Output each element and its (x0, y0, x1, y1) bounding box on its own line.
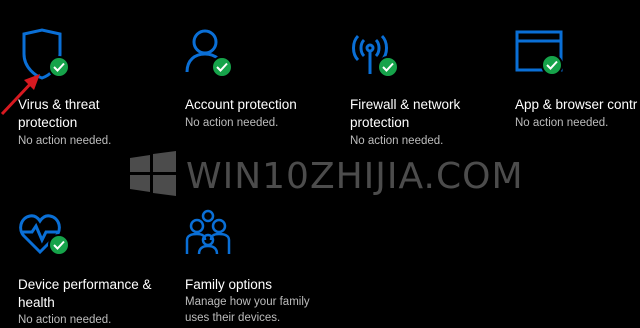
family-icon (185, 208, 249, 264)
tile-title: Family options (185, 277, 273, 292)
check-badge-icon (541, 54, 563, 76)
check-badge-icon (211, 56, 233, 78)
check-badge-icon (377, 56, 399, 78)
tile-title-line2: health (18, 295, 55, 310)
tile-title-line2: protection (350, 115, 410, 130)
tile-status-line2: uses their devices. (185, 312, 281, 324)
tile-status: No action needed. (18, 135, 112, 147)
person-icon (185, 28, 249, 84)
check-badge-icon (48, 234, 70, 256)
wireless-antenna-icon (350, 28, 414, 84)
tile-device-performance-health[interactable]: Device performance & health No action ne… (18, 208, 178, 326)
watermark: WIN10ZHIJIA.COM (128, 150, 528, 200)
tile-title: App & browser contr (515, 97, 638, 112)
tile-title: Device performance & (18, 277, 152, 292)
tile-firewall-network-protection[interactable]: Firewall & network protection No action … (350, 28, 500, 148)
tile-status: No action needed. (185, 117, 279, 129)
tile-account-protection[interactable]: Account protection No action needed. (185, 28, 335, 138)
windows-logo-icon (130, 151, 176, 196)
tile-status: No action needed. (515, 117, 609, 129)
tile-status: No action needed. (350, 135, 444, 147)
red-arrow-annotation (0, 74, 40, 116)
tile-title: Account protection (185, 97, 297, 112)
tile-app-browser-control[interactable]: App & browser contr No action needed. (515, 28, 640, 138)
watermark-text: WIN10ZHIJIA.COM (186, 156, 524, 197)
browser-window-icon (515, 28, 579, 84)
tile-status: Manage how your family (185, 296, 310, 308)
heart-pulse-icon (18, 208, 82, 264)
tile-status: No action needed. (18, 314, 112, 326)
tile-title: Firewall & network (350, 97, 461, 112)
tile-family-options[interactable]: Family options Manage how your family us… (185, 208, 355, 324)
